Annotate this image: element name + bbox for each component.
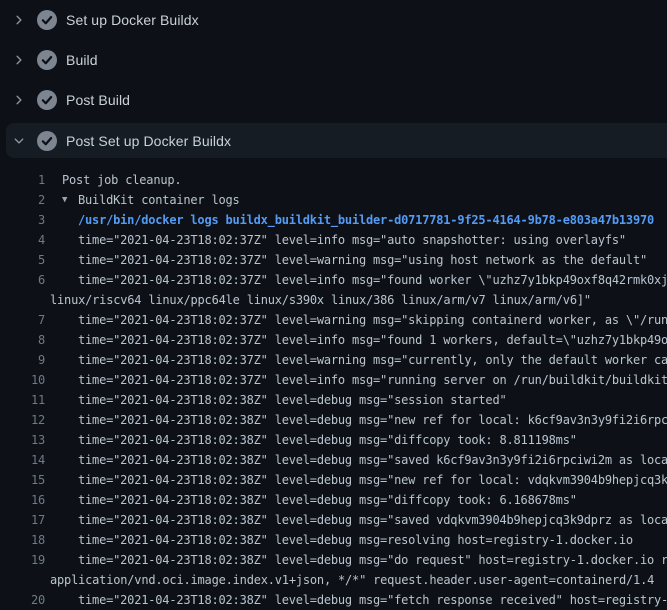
line-number[interactable]: 12 xyxy=(0,410,45,430)
log-text: time="2021-04-23T18:02:38Z" level=debug … xyxy=(78,510,667,530)
log-line: 19 time="2021-04-23T18:02:38Z" level=debu… xyxy=(0,550,667,570)
log-text: time="2021-04-23T18:02:38Z" level=debug … xyxy=(78,490,577,510)
log-line: 5 time="2021-04-23T18:02:37Z" level=warni… xyxy=(0,250,667,270)
line-number[interactable]: 9 xyxy=(0,350,45,370)
step-title: Post Set up Docker Buildx xyxy=(66,133,231,149)
log-line: 13 time="2021-04-23T18:02:38Z" level=debu… xyxy=(0,430,667,450)
log-line: 17 time="2021-04-23T18:02:38Z" level=debu… xyxy=(0,510,667,530)
step-title: Build xyxy=(66,52,98,68)
log-line: 6 time="2021-04-23T18:02:37Z" level=info … xyxy=(0,270,667,290)
line-number[interactable]: 11 xyxy=(0,390,45,410)
chevron-right-icon[interactable] xyxy=(13,14,25,26)
log-output: 1 Post job cleanup. 2 ▼BuildKit container l… xyxy=(0,160,667,610)
log-text: Post job cleanup. xyxy=(62,170,181,190)
check-circle-icon xyxy=(37,50,57,70)
line-number[interactable]: 5 xyxy=(0,250,45,270)
line-number[interactable] xyxy=(0,570,45,590)
log-text: time="2021-04-23T18:02:37Z" level=info m… xyxy=(78,370,667,390)
line-number[interactable]: 1 xyxy=(0,170,45,190)
line-number[interactable]: 6 xyxy=(0,270,45,290)
log-text: time="2021-04-23T18:02:37Z" level=warnin… xyxy=(78,310,667,330)
line-number[interactable]: 7 xyxy=(0,310,45,330)
log-line: 7 time="2021-04-23T18:02:37Z" level=warni… xyxy=(0,310,667,330)
log-line: 14 time="2021-04-23T18:02:38Z" level=debu… xyxy=(0,450,667,470)
log-text: time="2021-04-23T18:02:37Z" level=warnin… xyxy=(78,250,647,270)
log-text: time="2021-04-23T18:02:38Z" level=debug … xyxy=(78,530,633,550)
step-title: Post Build xyxy=(66,92,130,108)
step-section-set-up-docker-buildx[interactable]: Set up Docker Buildx xyxy=(0,0,667,40)
log-text: time="2021-04-23T18:02:38Z" level=debug … xyxy=(78,550,667,570)
log-text: time="2021-04-23T18:02:38Z" level=debug … xyxy=(78,390,507,410)
log-text: time="2021-04-23T18:02:38Z" level=debug … xyxy=(78,410,667,430)
line-number[interactable]: 10 xyxy=(0,370,45,390)
line-number[interactable]: 13 xyxy=(0,430,45,450)
log-text: time="2021-04-23T18:02:37Z" level=info m… xyxy=(78,230,626,250)
step-section-post-set-up-docker-buildx[interactable]: Post Set up Docker Buildx xyxy=(6,123,667,158)
log-line: 11 time="2021-04-23T18:02:38Z" level=debu… xyxy=(0,390,667,410)
check-circle-icon xyxy=(37,90,57,110)
log-text: time="2021-04-23T18:02:38Z" level=debug … xyxy=(78,590,667,610)
log-text: time="2021-04-23T18:02:38Z" level=debug … xyxy=(78,450,667,470)
chevron-right-icon[interactable] xyxy=(13,54,25,66)
log-line: 16 time="2021-04-23T18:02:38Z" level=debu… xyxy=(0,490,667,510)
step-section-list: Set up Docker Buildx Build Post Build Post … xyxy=(0,0,667,158)
log-line: 4 time="2021-04-23T18:02:37Z" level=info … xyxy=(0,230,667,250)
log-command-text: /usr/bin/docker logs buildx_buildkit_bui… xyxy=(78,210,654,230)
chevron-right-icon[interactable] xyxy=(13,94,25,106)
log-text: ▼BuildKit container logs xyxy=(62,190,240,210)
log-line: 2 ▼BuildKit container logs xyxy=(0,190,667,210)
line-number[interactable]: 15 xyxy=(0,470,45,490)
log-line: 9 time="2021-04-23T18:02:37Z" level=warni… xyxy=(0,350,667,370)
log-group-label: BuildKit container logs xyxy=(78,193,240,207)
log-text: time="2021-04-23T18:02:38Z" level=debug … xyxy=(78,430,577,450)
log-line: application/vnd.oci.image.index.v1+json,… xyxy=(0,570,667,590)
line-number[interactable]: 14 xyxy=(0,450,45,470)
check-circle-icon xyxy=(37,10,57,30)
line-number[interactable]: 2 xyxy=(0,190,45,210)
line-number[interactable]: 18 xyxy=(0,530,45,550)
log-line: 20 time="2021-04-23T18:02:38Z" level=debu… xyxy=(0,590,667,610)
workflow-log-viewer: Set up Docker Buildx Build Post Build Post … xyxy=(0,0,667,610)
line-number[interactable] xyxy=(0,290,45,310)
log-text: time="2021-04-23T18:02:37Z" level=info m… xyxy=(78,330,667,350)
step-section-post-build[interactable]: Post Build xyxy=(0,80,667,120)
log-text: time="2021-04-23T18:02:38Z" level=debug … xyxy=(78,470,667,490)
log-line: 1 Post job cleanup. xyxy=(0,170,667,190)
line-number[interactable]: 16 xyxy=(0,490,45,510)
log-text: time="2021-04-23T18:02:37Z" level=warnin… xyxy=(78,350,667,370)
chevron-down-icon[interactable] xyxy=(13,135,25,147)
log-line: linux/riscv64 linux/ppc64le linux/s390x … xyxy=(0,290,667,310)
log-line: 15 time="2021-04-23T18:02:38Z" level=debu… xyxy=(0,470,667,490)
line-number[interactable]: 8 xyxy=(0,330,45,350)
collapse-triangle-icon[interactable]: ▼ xyxy=(62,190,78,210)
step-title: Set up Docker Buildx xyxy=(66,12,199,28)
log-line: 18 time="2021-04-23T18:02:38Z" level=debu… xyxy=(0,530,667,550)
line-number[interactable]: 4 xyxy=(0,230,45,250)
log-text: time="2021-04-23T18:02:37Z" level=info m… xyxy=(78,270,667,290)
log-line: 10 time="2021-04-23T18:02:37Z" level=info… xyxy=(0,370,667,390)
line-number[interactable]: 17 xyxy=(0,510,45,530)
log-text: linux/riscv64 linux/ppc64le linux/s390x … xyxy=(50,290,591,310)
step-section-build[interactable]: Build xyxy=(0,40,667,80)
log-line: 3/usr/bin/docker logs buildx_buildkit_bu… xyxy=(0,210,667,230)
check-circle-icon xyxy=(37,131,57,151)
log-line: 12 time="2021-04-23T18:02:38Z" level=debu… xyxy=(0,410,667,430)
log-line: 8 time="2021-04-23T18:02:37Z" level=info … xyxy=(0,330,667,350)
line-number[interactable]: 20 xyxy=(0,590,45,610)
line-number[interactable]: 3 xyxy=(0,210,45,230)
line-number[interactable]: 19 xyxy=(0,550,45,570)
log-text: application/vnd.oci.image.index.v1+json,… xyxy=(50,570,654,590)
